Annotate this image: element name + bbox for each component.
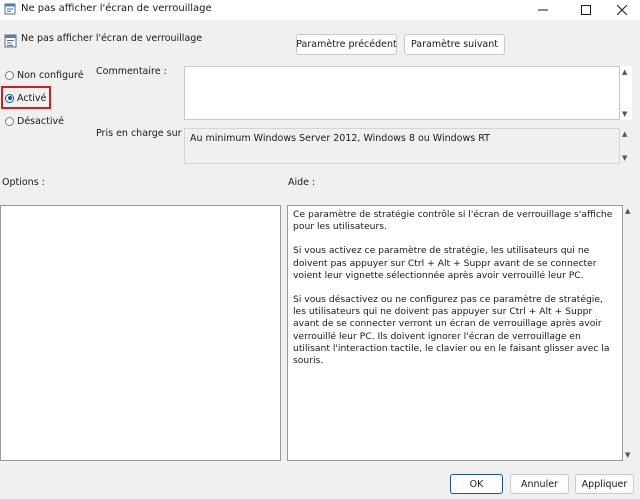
radio-enabled[interactable]: Activé (5, 91, 46, 105)
scroll-down-icon[interactable]: ▼ (622, 110, 627, 118)
supported-on-value: Au minimum Windows Server 2012, Windows … (184, 128, 620, 164)
scroll-up-icon[interactable]: ▲ (622, 130, 627, 138)
maximize-icon (581, 5, 591, 15)
close-icon (617, 5, 627, 15)
window-title: Ne pas afficher l'écran de verrouillage (21, 3, 212, 14)
setting-name: Ne pas afficher l'écran de verrouillage (21, 33, 203, 44)
close-button[interactable] (603, 0, 640, 20)
radio-label: Désactivé (17, 115, 64, 127)
maximize-button[interactable] (567, 0, 605, 20)
scroll-down-icon[interactable]: ▼ (622, 154, 627, 162)
help-paragraph: Ce paramètre de stratégie contrôle si l'… (293, 209, 613, 233)
help-paragraph: Si vous désactivez ou ne configurez pas … (293, 294, 610, 367)
comment-textarea[interactable] (184, 66, 620, 120)
scroll-up-icon[interactable]: ▲ (622, 68, 627, 76)
apply-button[interactable]: Appliquer (575, 474, 634, 494)
cancel-button[interactable]: Annuler (510, 474, 569, 494)
help-label: Aide : (288, 177, 316, 188)
next-setting-button[interactable]: Paramètre suivant (404, 34, 505, 55)
previous-setting-button[interactable]: Paramètre précédent (296, 34, 397, 55)
supported-scrollbar[interactable]: ▲ ▼ (620, 128, 632, 164)
radio-disabled[interactable]: Désactivé (5, 114, 64, 128)
comment-scrollbar[interactable]: ▲ ▼ (620, 66, 632, 120)
comment-label: Commentaire : (96, 66, 167, 77)
scroll-up-icon[interactable]: ▲ (625, 207, 630, 215)
radio-button[interactable] (5, 116, 14, 126)
policy-icon (4, 3, 16, 15)
help-scrollbar[interactable]: ▲ ▼ (623, 205, 636, 461)
supported-on-label: Pris en charge sur : (96, 128, 188, 139)
radio-button[interactable] (5, 70, 14, 80)
ok-button[interactable]: OK (450, 474, 503, 494)
minimize-button[interactable] (524, 0, 562, 20)
radio-label: Activé (17, 92, 47, 104)
help-paragraph: Si vous activez ce paramètre de stratégi… (293, 245, 597, 281)
options-label: Options : (2, 177, 45, 188)
options-panel (0, 205, 281, 461)
help-panel: Ce paramètre de stratégie contrôle si l'… (287, 205, 623, 461)
policy-icon (4, 34, 17, 48)
radio-not-configured[interactable]: Non configuré (5, 68, 84, 82)
minimize-icon (538, 9, 548, 11)
scroll-down-icon[interactable]: ▼ (625, 451, 630, 459)
radio-label: Non configuré (17, 69, 84, 81)
radio-button[interactable] (5, 93, 14, 103)
